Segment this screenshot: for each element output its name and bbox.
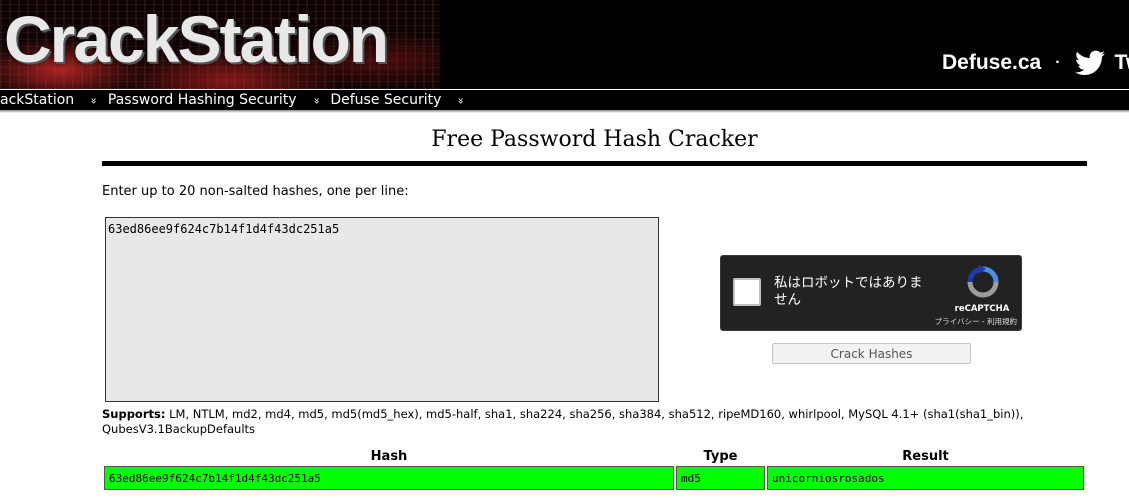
column-header-hash: Hash xyxy=(370,449,408,464)
nav-item-defuse-security[interactable]: Defuse Security » xyxy=(330,92,475,108)
recaptcha-checkbox[interactable] xyxy=(733,278,761,306)
cell-result: unicorniosrosados xyxy=(767,466,1084,490)
nav-item-label[interactable]: ackStation xyxy=(0,92,74,108)
defuse-link[interactable]: Defuse.ca xyxy=(942,51,1041,75)
supported-hashes: Supports: LM, NTLM, md2, md4, md5, md5(m… xyxy=(102,407,1092,437)
twitter-link[interactable]: Tw xyxy=(1115,51,1129,75)
recaptcha-logo-icon[interactable] xyxy=(966,265,1000,299)
chevron-down-icon[interactable]: » xyxy=(88,97,101,103)
twitter-icon[interactable] xyxy=(1074,50,1105,76)
nav-item-label[interactable]: Defuse Security xyxy=(330,92,441,108)
recaptcha-label: 私はロボットではありません xyxy=(774,275,923,308)
header-separator: · xyxy=(1055,54,1061,71)
instructions-text: Enter up to 20 non-salted hashes, one pe… xyxy=(102,184,409,199)
title-divider xyxy=(102,161,1087,166)
recaptcha-brand: reCAPTCHA xyxy=(954,304,1010,314)
crackstation-logo[interactable]: CrackStation xyxy=(4,0,389,80)
cell-type: md5 xyxy=(676,466,765,490)
nav-item-label[interactable]: Password Hashing Security xyxy=(108,92,297,108)
page-title: Free Password Hash Cracker xyxy=(431,127,758,152)
cell-hash: 63ed86ee9f624c7b14f1d4f43dc251a5 xyxy=(104,466,674,490)
column-header-result: Result xyxy=(902,449,949,464)
chevron-down-icon[interactable]: » xyxy=(455,97,468,103)
nav-shadow xyxy=(0,110,1129,113)
header-links: Defuse.ca · Tw xyxy=(942,48,1129,78)
chevron-down-icon[interactable]: » xyxy=(310,97,323,103)
crack-hashes-button[interactable]: Crack Hashes xyxy=(772,343,971,364)
nav-item-password-hashing-security[interactable]: Password Hashing Security » xyxy=(108,92,330,108)
recaptcha-widget: 私はロボットではありません reCAPTCHA プライバシー - 利用規約 xyxy=(720,255,1022,331)
hash-input[interactable]: 63ed86ee9f624c7b14f1d4f43dc251a5 xyxy=(105,217,659,402)
supports-list: LM, NTLM, md2, md4, md5, md5(md5_hex), m… xyxy=(102,407,1024,436)
recaptcha-terms-link[interactable]: プライバシー - 利用規約 xyxy=(921,316,1017,327)
nav-bar: ackStation » Password Hashing Security »… xyxy=(0,89,1129,110)
site-header: CrackStation Defuse.ca · Tw xyxy=(0,0,1129,89)
results-table: Hash Type Result 63ed86ee9f624c7b14f1d4f… xyxy=(102,447,1086,492)
table-row: 63ed86ee9f624c7b14f1d4f43dc251a5 md5 uni… xyxy=(104,466,1084,490)
nav-item-crackstation[interactable]: ackStation » xyxy=(0,92,108,108)
column-header-type: Type xyxy=(703,449,738,464)
supports-label: Supports: xyxy=(102,407,166,421)
